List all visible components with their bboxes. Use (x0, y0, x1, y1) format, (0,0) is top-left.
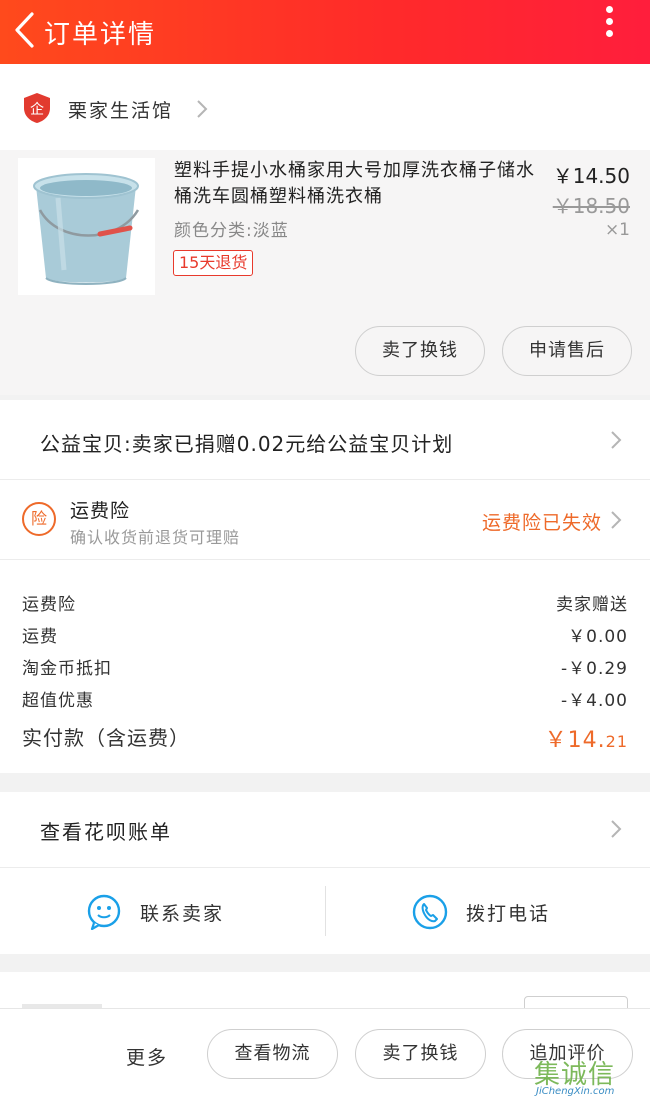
chat-bubble-icon[interactable] (86, 894, 122, 930)
charity-row[interactable]: 公益宝贝:卖家已捐赠0.02元给公益宝贝计划 (0, 400, 650, 480)
cost-row: 淘金币抵扣 -￥0.29 (22, 654, 628, 680)
watermark: 集诚信 JiChengXin.com (530, 1048, 650, 1098)
insurance-icon: 险 (22, 502, 56, 536)
cost-breakdown: 运费险 卖家赠送 运费 ￥0.00 淘金币抵扣 -￥0.29 超值优惠 -￥4.… (0, 560, 650, 773)
product-price: ￥14.50 (552, 164, 630, 188)
product-quantity: ×1 (604, 220, 630, 240)
watermark-url: JiChengXin.com (536, 1086, 615, 1097)
cost-label: 运费 (22, 627, 58, 647)
total-paid-value: ￥14.21 (544, 728, 628, 753)
cost-row: 运费险 卖家赠送 (22, 590, 628, 616)
shipping-insurance-row[interactable]: 险 运费险 确认收货前退货可理赔 运费险已失效 (0, 480, 650, 560)
contact-row: 联系卖家 拨打电话 (0, 868, 650, 954)
order-info-section (0, 972, 650, 1012)
more-button[interactable]: 更多 (126, 1043, 168, 1070)
return-policy-badge: 15天退货 (173, 250, 254, 276)
cost-value: 卖家赠送 (556, 595, 628, 615)
phone-icon[interactable] (412, 894, 448, 930)
product-image[interactable] (18, 158, 155, 295)
insurance-status: 运费险已失效 (481, 512, 602, 534)
chevron-right-icon (197, 100, 208, 118)
chevron-right-icon (611, 511, 622, 529)
total-paid-row: 实付款（含运费） ￥14.21 (22, 722, 628, 753)
top-navigation-bar: 订单详情 (0, 0, 650, 64)
huabei-text: 查看花呗账单 (40, 820, 172, 844)
insurance-title: 运费险 (70, 500, 131, 522)
page-title: 订单详情 (44, 20, 157, 50)
more-vertical-icon[interactable] (604, 6, 614, 42)
contact-seller-button[interactable]: 联系卖家 (140, 899, 224, 926)
shop-row[interactable]: 企 栗家生活馆 (0, 64, 650, 150)
apply-after-sale-button[interactable]: 申请售后 (502, 326, 632, 376)
huabei-bill-row[interactable]: 查看花呗账单 (0, 792, 650, 868)
sell-for-cash-button[interactable]: 卖了换钱 (355, 326, 485, 376)
shop-name: 栗家生活馆 (68, 100, 174, 122)
chevron-left-icon[interactable] (12, 10, 38, 50)
cost-value: -￥0.29 (561, 659, 628, 679)
insurance-subtitle: 确认收货前退货可理赔 (70, 528, 241, 547)
bucket-image (33, 173, 140, 285)
divider (325, 886, 326, 936)
cost-label: 淘金币抵扣 (22, 659, 112, 679)
svg-text:企: 企 (30, 101, 44, 118)
total-paid-label: 实付款（含运费） (22, 726, 190, 750)
cost-label: 超值优惠 (22, 691, 94, 711)
cost-row: 运费 ￥0.00 (22, 622, 628, 648)
cost-value: -￥4.00 (561, 691, 628, 711)
product-title[interactable]: 塑料手提小水桶家用大号加厚洗衣桶子储水桶洗车圆桶塑料桶洗衣桶 (174, 158, 548, 210)
cost-row: 超值优惠 -￥4.00 (22, 686, 628, 712)
cost-label: 运费险 (22, 595, 76, 615)
product-variant: 颜色分类:淡蓝 (174, 221, 289, 241)
chevron-right-icon (611, 431, 622, 449)
chevron-right-icon (611, 820, 622, 838)
product-card[interactable]: 塑料手提小水桶家用大号加厚洗衣桶子储水桶洗车圆桶塑料桶洗衣桶 ￥14.50 ￥1… (0, 150, 650, 395)
product-original-price: ￥18.50 (552, 194, 630, 218)
view-logistics-button[interactable]: 查看物流 (207, 1029, 338, 1079)
cost-value: ￥0.00 (568, 627, 628, 647)
charity-text: 公益宝贝:卖家已捐赠0.02元给公益宝贝计划 (40, 432, 454, 456)
enterprise-badge-icon: 企 (24, 93, 50, 123)
sell-for-cash-button[interactable]: 卖了换钱 (355, 1029, 486, 1079)
call-phone-button[interactable]: 拨打电话 (466, 899, 550, 926)
